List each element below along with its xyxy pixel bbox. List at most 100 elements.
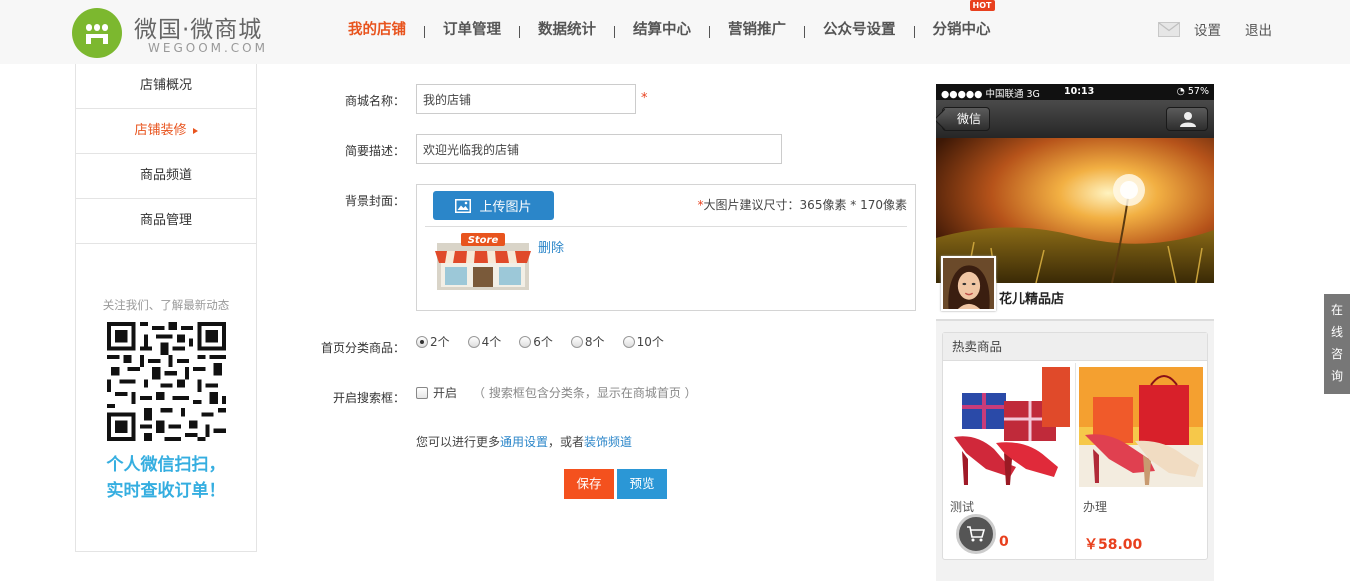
nav-marketing[interactable]: 营销推广 — [710, 0, 804, 64]
battery-text: ◔ 57% — [1176, 86, 1209, 97]
phone-status-bar: ●●●●● 中国联通 3G 10:13 ◔ 57% — [936, 84, 1214, 100]
nav-my-store[interactable]: 我的店铺 — [330, 0, 424, 64]
phone-preview: ●●●●● 中国联通 3G 10:13 ◔ 57% 微信 花儿精品店 热卖商品 … — [936, 84, 1214, 581]
search-toggle-row: 开启 （ 搜索框包含分类条，显示在商城首页 ） — [416, 384, 697, 401]
radio-option-10[interactable]: 10个 — [622, 333, 664, 350]
image-icon — [455, 198, 472, 213]
category-count-radio-group: 2个 4个 6个 8个 10个 — [416, 333, 682, 350]
search-hint: （ 搜索框包含分类条，显示在商城首页 ） — [473, 386, 697, 400]
more-settings-text: 您可以进行更多通用设置，或者装饰频道 — [416, 433, 632, 450]
scan-promo-line2: 实时查收订单！ — [106, 481, 226, 501]
shop-avatar — [941, 256, 996, 311]
scan-promo-text: 个人微信扫扫， 实时查收订单！ — [76, 452, 256, 504]
decorate-channel-link[interactable]: 装饰频道 — [584, 435, 632, 449]
mail-icon[interactable] — [1158, 21, 1180, 37]
radio-button[interactable] — [416, 335, 428, 348]
logout-link[interactable]: 退出 — [1245, 19, 1272, 39]
radio-label: 4个 — [481, 335, 502, 349]
save-button[interactable]: 保存 — [564, 469, 614, 499]
sidebar-item-store-overview[interactable]: 店铺概况 — [76, 64, 256, 109]
radio-option-8[interactable]: 8个 — [570, 333, 605, 350]
logo-mark-icon — [72, 8, 122, 58]
delete-cover-link[interactable]: 删除 — [538, 237, 564, 256]
divider — [425, 226, 907, 227]
store-sign-text: Store — [468, 235, 499, 246]
product-card[interactable]: 办理 ￥58.00 — [1079, 367, 1204, 554]
radio-button[interactable] — [622, 335, 635, 348]
nav-statistics[interactable]: 数据统计 — [520, 0, 614, 64]
divider — [1075, 363, 1076, 560]
description-input[interactable] — [416, 134, 782, 164]
follow-us-text: 关注我们、了解最新动态 — [102, 298, 230, 312]
radio-button[interactable] — [570, 335, 583, 348]
radio-option-2[interactable]: 2个 — [416, 333, 450, 350]
carrier-text: ●●●●● 中国联通 3G — [941, 89, 1040, 100]
nav-settlement[interactable]: 结算中心 — [615, 0, 709, 64]
radio-label: 10个 — [636, 335, 664, 349]
store-cover-thumbnail: Store — [435, 233, 531, 290]
status-time: 10:13 — [1064, 86, 1095, 97]
radio-label: 8个 — [584, 335, 605, 349]
more-middle: ，或者 — [548, 435, 585, 449]
search-enable-checkbox[interactable] — [416, 386, 428, 399]
more-prefix: 您可以进行更多 — [416, 435, 501, 449]
product-image — [1079, 367, 1203, 487]
wechat-back-button[interactable]: 微信 — [942, 107, 991, 131]
radio-option-6[interactable]: 6个 — [519, 333, 553, 350]
description-label: 简要描述： — [344, 144, 405, 158]
brand-name: 微国·微商城 — [134, 17, 263, 43]
store-name-input[interactable] — [416, 84, 636, 114]
floating-cart-button[interactable] — [956, 514, 996, 554]
product-name: 办理 — [1083, 500, 1108, 514]
brand-logo[interactable]: 微国·微商城 WEGOOM.COM — [72, 6, 282, 58]
size-hint: *大图片建议尺寸：365像素 * 170像素 — [698, 196, 907, 213]
store-name-label: 商城名称： — [344, 94, 405, 108]
general-settings-link[interactable]: 通用设置 — [500, 435, 548, 449]
wechat-nav-bar: 微信 — [936, 100, 1214, 138]
search-box-label: 开启搜索框： — [332, 391, 405, 405]
required-mark: * — [641, 91, 648, 106]
hot-products-title: 热卖商品 — [943, 333, 1207, 361]
nav-distribution[interactable]: 分销中心 HOT — [915, 0, 1009, 64]
shop-name: 花儿精品店 — [999, 292, 1065, 307]
cover-upload-panel: 上传图片 *大图片建议尺寸：365像素 * 170像素 Store 删除 — [416, 184, 916, 311]
radio-option-4[interactable]: 4个 — [467, 333, 502, 350]
radio-label: 6个 — [533, 335, 553, 349]
active-arrow-icon — [192, 127, 198, 134]
top-header: 微国·微商城 WEGOOM.COM 我的店铺 订单管理 数据统计 结算中心 营销… — [0, 0, 1350, 64]
nav-distribution-label: 分销中心 — [932, 22, 991, 38]
main-nav: 我的店铺 订单管理 数据统计 结算中心 营销推广 公众号设置 分销中心 HOT — [330, 0, 1009, 64]
sidebar-item-label: 店铺装修 — [134, 123, 187, 138]
search-enable-label: 开启 — [433, 386, 458, 400]
product-image — [946, 367, 1070, 487]
category-label: 首页分类商品： — [320, 341, 405, 355]
nav-orders[interactable]: 订单管理 — [425, 0, 519, 64]
wechat-back-label: 微信 — [957, 112, 982, 126]
scan-promo-line1: 个人微信扫扫， — [106, 455, 226, 475]
online-consult-tab[interactable]: 在 线 咨 询 — [1324, 294, 1350, 394]
size-hint-text: 大图片建议尺寸：365像素 * 170像素 — [703, 198, 907, 212]
product-name: 测试 — [950, 500, 975, 514]
consult-char: 线 — [1330, 325, 1343, 339]
nav-official-account[interactable]: 公众号设置 — [805, 0, 914, 64]
radio-button[interactable] — [519, 335, 532, 348]
settings-link[interactable]: 设置 — [1194, 19, 1221, 39]
sidebar-item-product-channel[interactable]: 商品频道 — [76, 154, 256, 199]
upload-image-label: 上传图片 — [479, 200, 532, 215]
sidebar-item-product-management[interactable]: 商品管理 — [76, 199, 256, 244]
consult-char: 咨 — [1330, 347, 1343, 361]
sidebar-item-store-decoration[interactable]: 店铺装修 — [76, 109, 256, 154]
qr-code-image — [107, 322, 226, 441]
upload-image-button[interactable]: 上传图片 — [433, 191, 554, 220]
consult-char: 在 — [1330, 303, 1343, 317]
preview-button[interactable]: 预览 — [617, 469, 667, 499]
left-sidebar: 店铺概况 店铺装修 商品频道 商品管理 关注我们、了解最新动态 个人微信扫扫， — [75, 64, 257, 552]
cover-label: 背景封面： — [344, 194, 405, 208]
profile-button[interactable] — [1166, 107, 1208, 131]
radio-label: 2个 — [430, 335, 450, 349]
product-price: ￥58.00 — [1084, 537, 1143, 553]
consult-char: 询 — [1330, 369, 1343, 383]
radio-button[interactable] — [467, 335, 480, 348]
hot-badge: HOT — [969, 0, 995, 11]
brand-domain: WEGOOM.COM — [148, 41, 268, 55]
